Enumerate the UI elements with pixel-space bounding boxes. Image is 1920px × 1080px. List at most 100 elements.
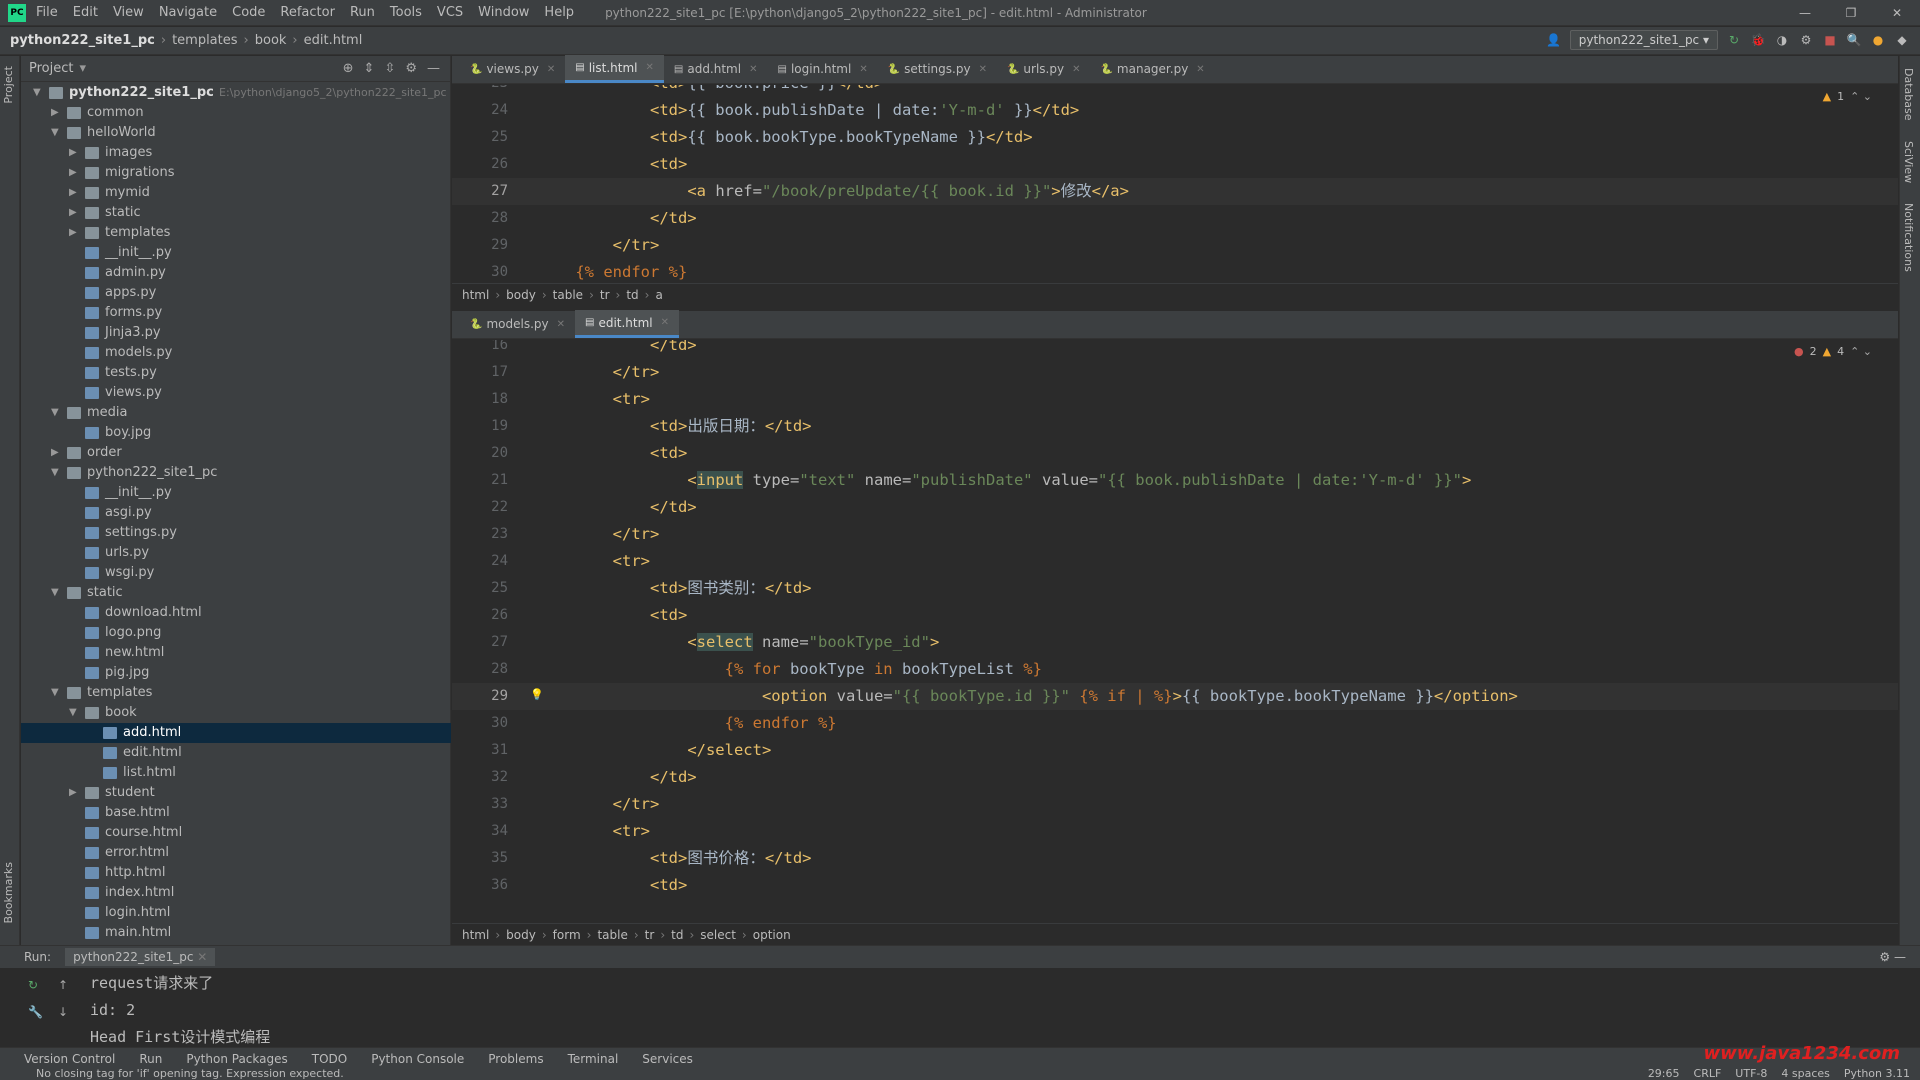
tree-item[interactable]: __init__.py <box>21 243 451 263</box>
chevron-down-icon[interactable]: ▼ <box>69 703 81 723</box>
code-area-bottom[interactable]: 16 17 18 19 20 21 22 23 24 25 26 27 28 29 30 31 32 33 34 35… <box>452 340 1898 923</box>
tree-item[interactable]: error.html <box>21 843 451 863</box>
tree-item[interactable]: boy.jpg <box>21 423 451 443</box>
menu-item-navigate[interactable]: Navigate <box>159 5 217 20</box>
chevron-right-icon[interactable]: ▶ <box>69 183 81 203</box>
chevron-right-icon[interactable]: ▶ <box>69 223 81 243</box>
tree-item[interactable]: edit.html <box>21 743 451 763</box>
tree-item[interactable]: Jinja3.py <box>21 323 451 343</box>
tree-item[interactable]: settings.py <box>21 523 451 543</box>
editor-tab[interactable]: ▤ list.html ✕ <box>565 55 664 83</box>
close-tab-icon[interactable]: ✕ <box>1196 64 1204 75</box>
right-tool-tab[interactable]: SciView <box>1902 135 1915 189</box>
chevron-down-icon[interactable]: ▼ <box>51 583 63 603</box>
python-interpreter[interactable]: Python 3.11 <box>1844 1067 1910 1080</box>
expand-all-icon[interactable]: ⇕ <box>364 61 375 76</box>
breadcrumb-item[interactable]: option <box>753 928 791 942</box>
tree-item[interactable]: asgi.py <box>21 503 451 523</box>
tool-window-button-problems[interactable]: Problems <box>488 1052 543 1066</box>
settings-gear-icon[interactable]: ⚙ — <box>1879 950 1906 964</box>
tree-item[interactable]: ▶ static <box>21 203 451 223</box>
run-tab[interactable]: python222_site1_pc ✕ <box>65 948 216 966</box>
tree-item[interactable]: main.html <box>21 923 451 943</box>
tree-item[interactable]: urls.py <box>21 543 451 563</box>
tree-item[interactable]: new.html <box>21 643 451 663</box>
tree-item[interactable]: ▼ book <box>21 703 451 723</box>
tree-item[interactable]: http.html <box>21 863 451 883</box>
tree-item[interactable]: models.py <box>21 343 451 363</box>
tree-item[interactable]: ▼ python222_site1_pc <box>21 463 451 483</box>
user-icon[interactable]: 👤 <box>1546 32 1562 48</box>
tree-item[interactable]: index.html <box>21 883 451 903</box>
tree-item[interactable]: ▶ migrations <box>21 163 451 183</box>
tree-item[interactable]: course.html <box>21 823 451 843</box>
tool-window-button-terminal[interactable]: Terminal <box>568 1052 619 1066</box>
tree-item[interactable]: ▶ student <box>21 783 451 803</box>
tool-window-button-run[interactable]: Run <box>139 1052 162 1066</box>
tree-item[interactable]: ▼ helloWorld <box>21 123 451 143</box>
chevron-down-icon[interactable]: ▼ <box>33 83 45 103</box>
tree-item[interactable]: base.html <box>21 803 451 823</box>
chevron-right-icon[interactable]: ▶ <box>69 143 81 163</box>
close-tab-icon[interactable]: ✕ <box>557 319 565 330</box>
menu-item-help[interactable]: Help <box>544 5 574 20</box>
tree-item[interactable]: ▼ templates <box>21 683 451 703</box>
hide-icon[interactable]: — <box>427 61 440 76</box>
menu-item-view[interactable]: View <box>113 5 144 20</box>
close-tab-icon[interactable]: ✕ <box>646 62 654 73</box>
caret-position[interactable]: 29:65 <box>1648 1067 1680 1080</box>
chevron-down-icon[interactable]: ▼ <box>51 683 63 703</box>
tree-item[interactable]: admin.py <box>21 263 451 283</box>
chevron-right-icon[interactable]: ▶ <box>51 443 63 463</box>
tree-item[interactable]: pig.jpg <box>21 663 451 683</box>
editor-tab[interactable]: 🐍 settings.py ✕ <box>878 55 997 83</box>
settings-gear-icon[interactable]: ⚙ <box>405 61 417 76</box>
rerun-icon[interactable]: ↻ <box>1726 32 1742 48</box>
run-configuration-select[interactable]: python222_site1_pc ▾ <box>1569 30 1718 50</box>
chevron-right-icon[interactable]: ▶ <box>69 203 81 223</box>
error-bulb-icon[interactable]: 💡 <box>530 688 544 701</box>
minimize-icon[interactable]: — <box>1782 0 1828 26</box>
menu-item-vcs[interactable]: VCS <box>437 5 463 20</box>
breadcrumb-item[interactable]: body <box>506 928 536 942</box>
collapse-all-icon[interactable]: ⇳ <box>384 61 395 76</box>
menu-item-refactor[interactable]: Refactor <box>280 5 335 20</box>
tree-item[interactable]: tests.py <box>21 363 451 383</box>
breadcrumb-item[interactable]: select <box>700 928 736 942</box>
tree-item[interactable]: views.py <box>21 383 451 403</box>
file-encoding[interactable]: UTF-8 <box>1735 1067 1767 1080</box>
close-tab-icon[interactable]: ✕ <box>661 317 669 328</box>
restore-icon[interactable]: ❐ <box>1828 0 1874 26</box>
code-area-top[interactable]: 2324252627282930 <td>{{ book.price }}</t… <box>452 85 1898 283</box>
tool-window-button-services[interactable]: Services <box>642 1052 693 1066</box>
tree-item[interactable]: logo.png <box>21 623 451 643</box>
editor-tab[interactable]: ▤ login.html ✕ <box>767 55 877 83</box>
breadcrumb-item[interactable]: edit.html <box>304 33 363 48</box>
close-tab-icon[interactable]: ✕ <box>1072 64 1080 75</box>
editor-tab[interactable]: 🐍 views.py ✕ <box>460 55 565 83</box>
tree-item[interactable]: ▼ static <box>21 583 451 603</box>
project-tool-tab[interactable]: Project <box>2 60 15 110</box>
chevron-right-icon[interactable]: ▶ <box>69 783 81 803</box>
breadcrumb-item[interactable]: html <box>462 928 489 942</box>
breadcrumb-item[interactable]: body <box>506 288 536 302</box>
chevron-right-icon[interactable]: ▶ <box>69 163 81 183</box>
menu-item-code[interactable]: Code <box>232 5 265 20</box>
breadcrumb-item[interactable]: book <box>255 33 287 48</box>
close-tab-icon[interactable]: ✕ <box>547 64 555 75</box>
tree-item[interactable]: ▼ media <box>21 403 451 423</box>
tree-item[interactable]: list.html <box>21 763 451 783</box>
close-icon[interactable]: ✕ <box>1874 0 1920 26</box>
profile-icon[interactable]: ⚙ <box>1798 32 1814 48</box>
breadcrumb-item[interactable]: form <box>553 928 581 942</box>
tool-window-button-todo[interactable]: TODO <box>312 1052 347 1066</box>
tree-item[interactable]: apps.py <box>21 283 451 303</box>
editor-tab[interactable]: ▤ edit.html ✕ <box>575 310 680 338</box>
breadcrumb-item[interactable]: a <box>655 288 662 302</box>
tool-window-button-python-packages[interactable]: Python Packages <box>186 1052 287 1066</box>
menu-item-file[interactable]: File <box>36 5 58 20</box>
breadcrumb-item[interactable]: table <box>597 928 627 942</box>
close-tab-icon[interactable]: ✕ <box>859 64 867 75</box>
breadcrumb-item[interactable]: td <box>671 928 683 942</box>
locate-icon[interactable]: ⊕ <box>343 61 354 76</box>
